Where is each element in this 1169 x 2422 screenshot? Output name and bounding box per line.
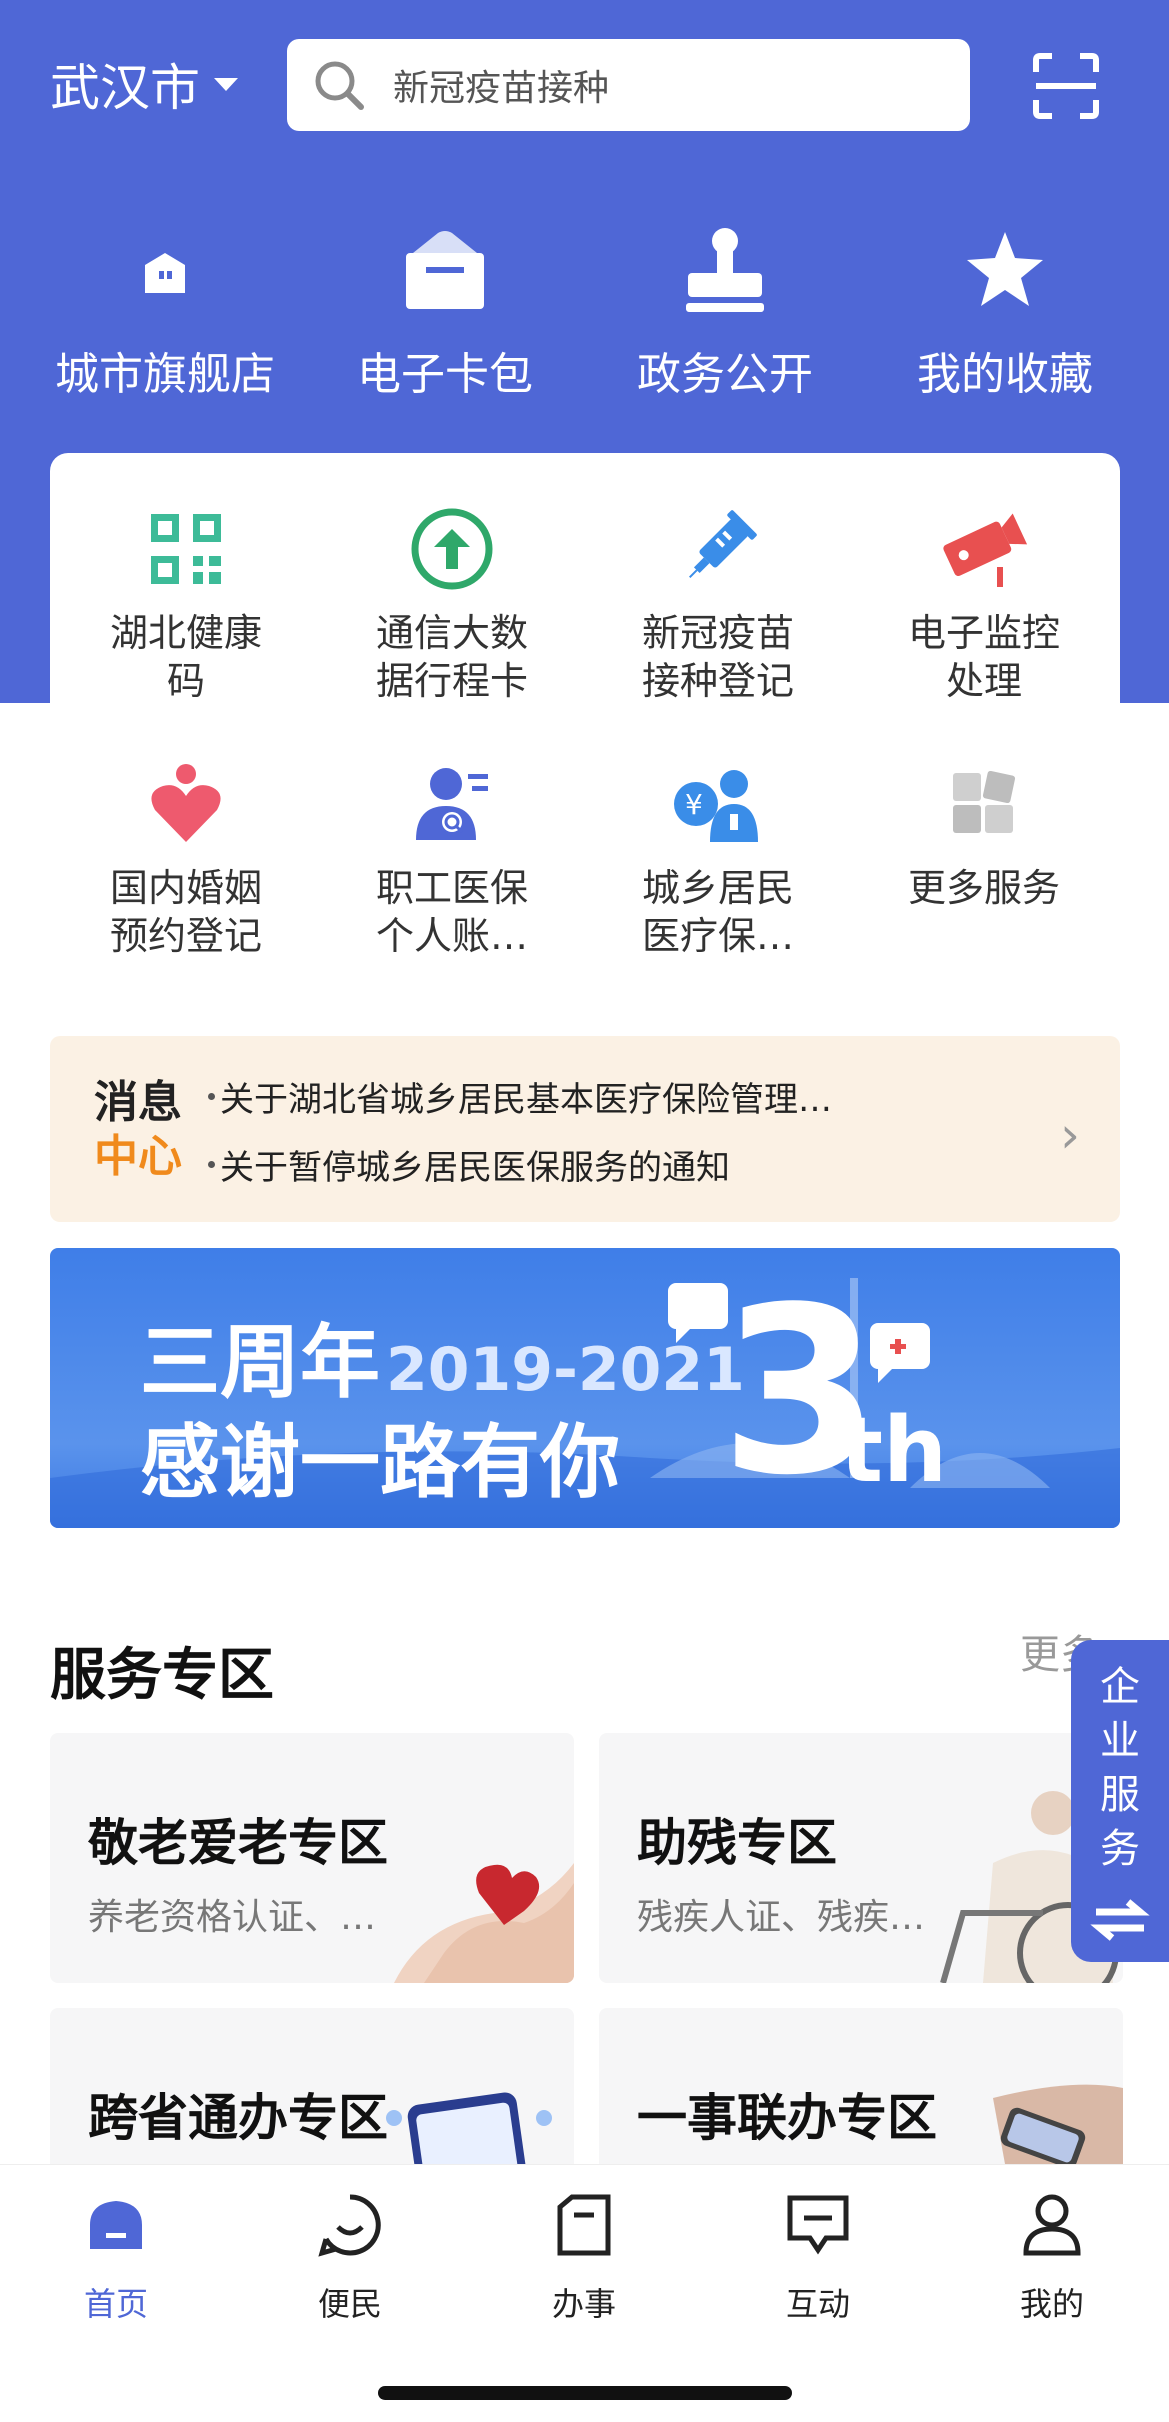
camera-icon (943, 513, 1028, 587)
services-card: 湖北健康 码 通信大数 据行程卡 新冠疫苗 接种登记 电子监控 处理 国内婚姻 … (50, 453, 1120, 993)
star-icon (967, 232, 1043, 306)
message-center[interactable]: 消息 中心 关于湖北省城乡居民基本医疗保险管理… 关于暂停城乡居民医保服务的通知… (50, 1036, 1120, 1222)
doctor-icon: ¥ (674, 770, 758, 842)
quick-action-store[interactable]: 城市旗舰店 (25, 220, 305, 402)
tab-affairs[interactable]: 办事 (504, 2185, 664, 2325)
enterprise-service-label: 企业服务 (1100, 1664, 1140, 1872)
wallet-icon (406, 231, 484, 309)
service-trip-card[interactable]: 通信大数 据行程卡 (322, 503, 582, 705)
user-icon (1023, 2194, 1081, 2256)
city-selector[interactable]: 武汉市 (50, 48, 238, 120)
search-placeholder: 新冠疫苗接种 (393, 68, 610, 109)
heart-icon (151, 764, 221, 842)
anniversary-banner[interactable]: 三周年 2019-2021 感谢一路有你 3 th (50, 1248, 1120, 1528)
quick-action-wallet[interactable]: 电子卡包 (305, 220, 585, 402)
notice-item[interactable]: 关于湖北省城乡居民基本医疗保险管理… (208, 1072, 832, 1121)
service-electronic-monitoring[interactable]: 电子监控 处理 (854, 503, 1114, 705)
chevron-right-icon: › (1060, 1106, 1080, 1164)
section-title: 服务专区 (50, 1643, 274, 1708)
search-icon (315, 61, 364, 110)
quick-actions: 城市旗舰店 电子卡包 政务公开 我的收藏 (0, 220, 1169, 400)
tab-interaction[interactable]: 互动 (738, 2185, 898, 2325)
caret-down-icon (214, 77, 238, 91)
store-icon (145, 253, 185, 293)
zone-elderly[interactable]: 敬老爱老专区 养老资格认证、… (50, 1733, 574, 1983)
smile-icon (318, 2194, 381, 2257)
service-health-code[interactable]: 湖北健康 码 (56, 503, 316, 705)
tab-home[interactable]: 首页 (36, 2185, 196, 2325)
banner-title: 三周年 2019-2021 (140, 1316, 745, 1409)
top-bar: 武汉市 新冠疫苗接种 (0, 0, 1169, 170)
hand-heart-illustration (394, 1863, 574, 1983)
quick-action-gov[interactable]: 政务公开 (585, 220, 865, 402)
message-center-logo: 消息 中心 (94, 1077, 182, 1182)
zone-title: 一事联办专区 (637, 2089, 937, 2147)
switch-arrows-icon (1090, 1899, 1150, 1941)
zone-title: 助残专区 (637, 1814, 837, 1872)
zone-title: 跨省通办专区 (88, 2089, 388, 2147)
service-resident-medical[interactable]: ¥ 城乡居民 医疗保… (588, 758, 848, 960)
tab-mine[interactable]: 我的 (972, 2185, 1132, 2325)
service-employee-insurance[interactable]: 职工医保 个人账… (322, 758, 582, 960)
service-marriage-registration[interactable]: 国内婚姻 预约登记 (56, 758, 316, 960)
quick-action-favorites[interactable]: 我的收藏 (865, 220, 1145, 402)
qr-code-icon (151, 514, 221, 584)
syringe-icon (689, 510, 757, 578)
home-indicator[interactable] (378, 2386, 792, 2400)
bottom-tab-bar: 首页 便民 办事 互动 我的 (0, 2164, 1169, 2422)
banner-badge-suffix: th (840, 1398, 948, 1503)
chat-icon (787, 2195, 849, 2255)
stamp-icon (686, 228, 764, 312)
scan-icon[interactable] (1032, 52, 1100, 120)
service-vaccine-registration[interactable]: 新冠疫苗 接种登记 (588, 503, 848, 705)
zone-title: 敬老爱老专区 (88, 1814, 388, 1872)
notice-item[interactable]: 关于暂停城乡居民医保服务的通知 (208, 1140, 730, 1189)
home-icon (90, 2201, 142, 2249)
city-name: 武汉市 (50, 59, 200, 117)
search-bar[interactable]: 新冠疫苗接种 (287, 39, 970, 131)
service-more[interactable]: 更多服务 (854, 758, 1114, 912)
zone-subtitle: 养老资格认证、… (88, 1897, 377, 1938)
person-search-icon (416, 768, 488, 840)
tab-convenience[interactable]: 便民 (270, 2185, 430, 2325)
svg-text:¥: ¥ (685, 788, 703, 821)
arrow-up-circle-icon (411, 508, 493, 590)
banner-subtitle: 感谢一路有你 (140, 1416, 620, 1509)
grid-icon (953, 771, 1016, 833)
zone-disabled[interactable]: 助残专区 残疾人证、残疾… (599, 1733, 1123, 1983)
enterprise-service-tab[interactable]: 企业服务 (1071, 1640, 1169, 1962)
document-icon (557, 2194, 611, 2256)
zone-subtitle: 残疾人证、残疾… (637, 1897, 926, 1938)
